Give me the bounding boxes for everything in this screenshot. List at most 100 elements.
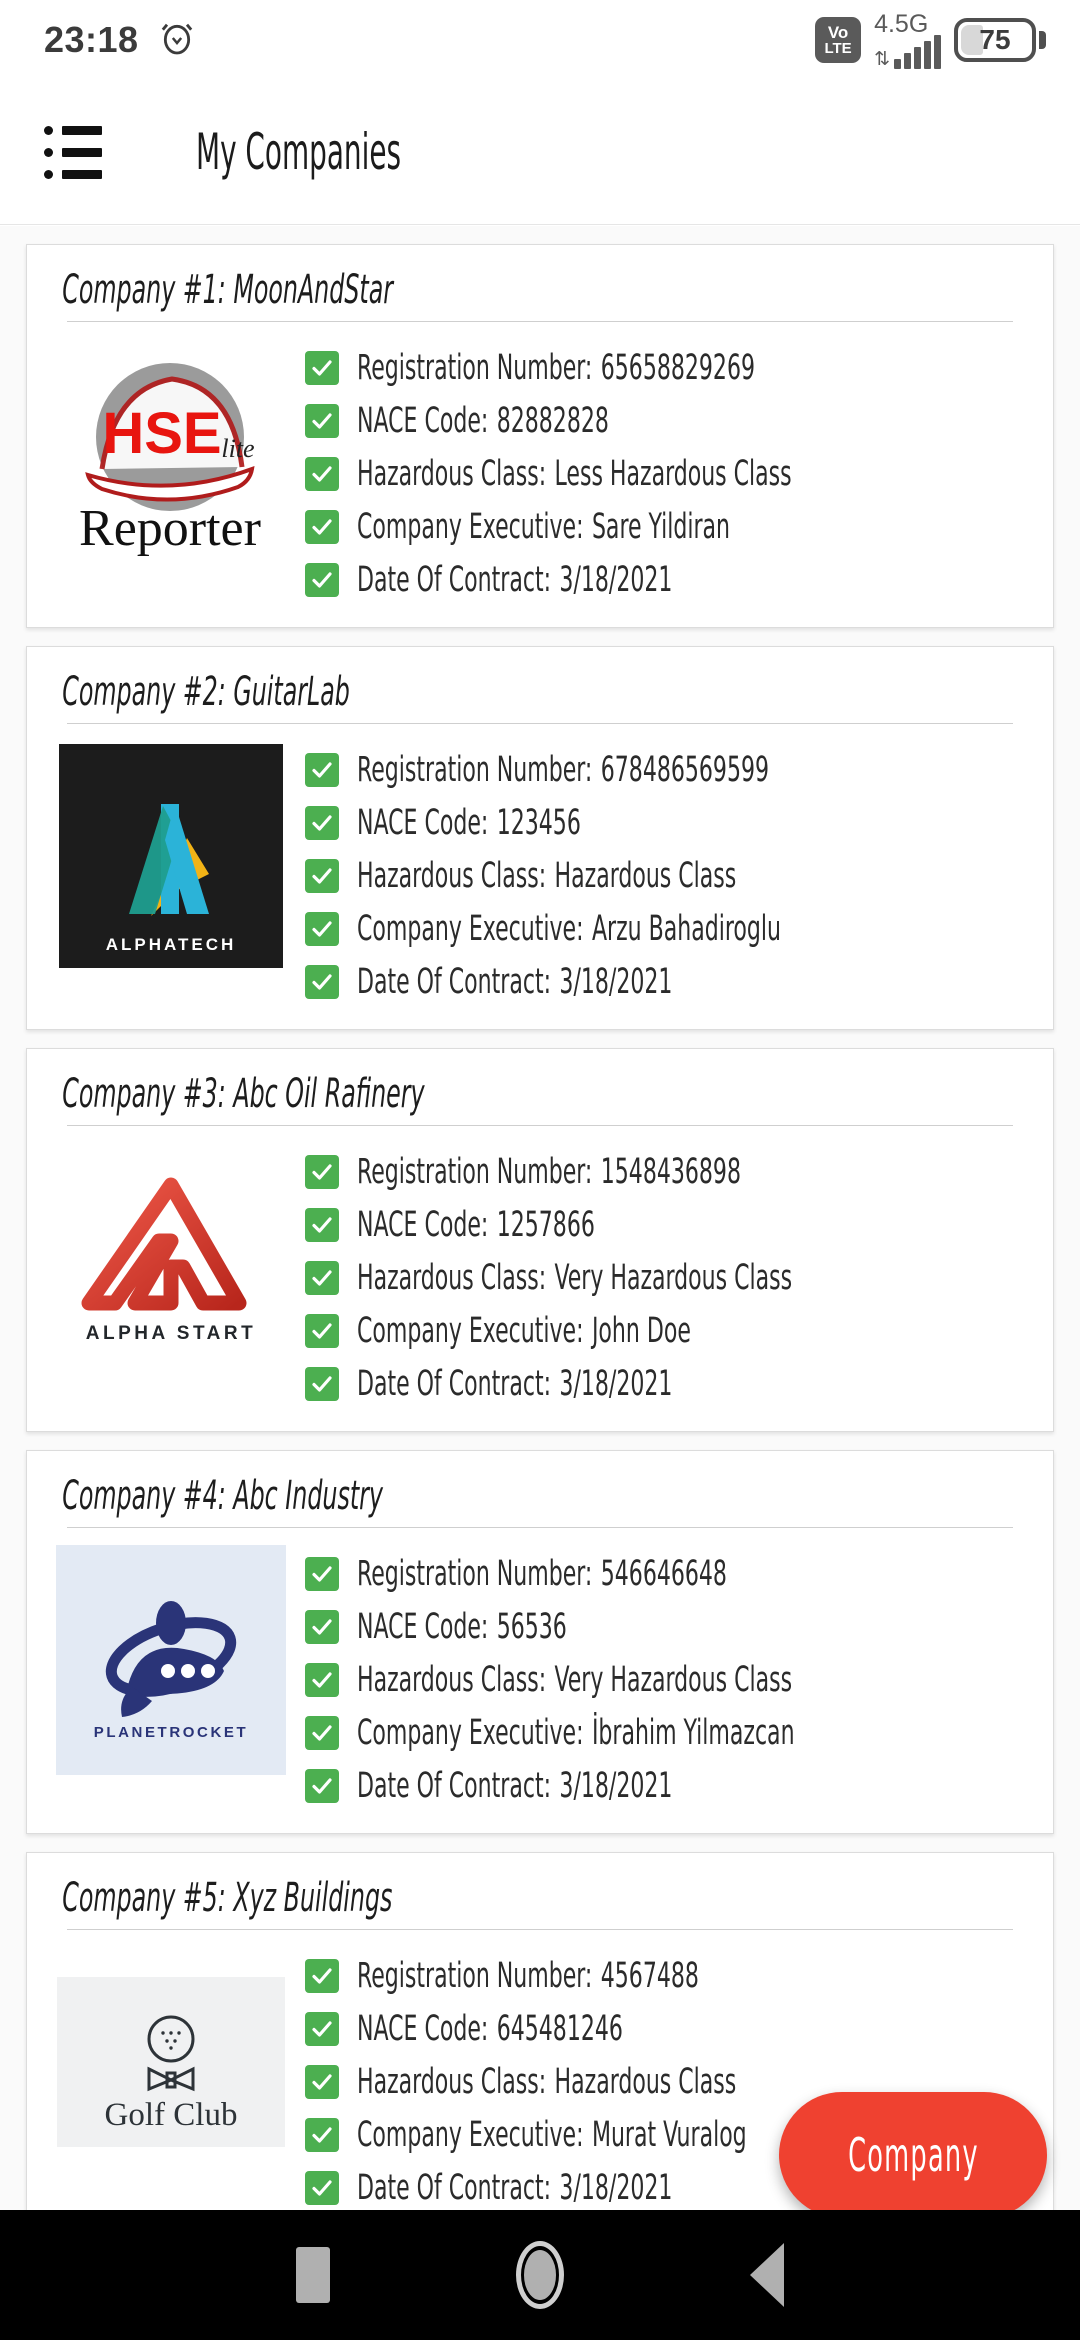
field-value: 645481246 [496,2009,623,2049]
company-card[interactable]: Company #2: GuitarLab ALPHATECH Registra… [26,646,1054,1030]
field-value: 3/18/2021 [559,2168,673,2208]
field-value: 3/18/2021 [559,1364,673,1404]
field-value: 3/18/2021 [559,1766,673,1806]
field-label: Hazardous Class: [357,1660,547,1700]
field-label: Date Of Contract: [357,560,552,600]
check-icon [305,2012,339,2046]
field-value: 3/18/2021 [559,962,673,1002]
hse-lite-reporter-logo: HSE lite Reporter [53,336,289,572]
field-nace-code: NACE Code: 56536 [305,1601,1027,1653]
check-icon [305,1155,339,1189]
field-value: Hazardous Class [554,2062,737,2102]
company-title: Company #2: GuitarLab [62,669,350,715]
field-nace-code: NACE Code: 1257866 [305,1199,1027,1251]
company-card[interactable]: Company #1: MoonAndStar HSE lite Reporte… [26,244,1054,628]
data-arrows-icon: ⇅ [874,48,890,70]
field-value: 546646648 [600,1554,727,1594]
check-icon [305,510,339,544]
check-icon [305,1557,339,1591]
check-icon [305,563,339,597]
field-nace-code: NACE Code: 123456 [305,797,1027,849]
battery-icon: 75 [954,18,1046,62]
battery-percent-label: 75 [979,24,1011,55]
company-title: Company #3: Abc Oil Rafinery [62,1071,425,1117]
golf-club-logo: Golf Club [53,1944,289,2180]
check-icon [305,1959,339,1993]
network-indicator: 4.5G ⇅ [874,9,941,70]
alphatech-logo: ALPHATECH [53,738,289,974]
field-label: Company Executive: [357,1713,584,1753]
check-icon [305,806,339,840]
list-menu-icon[interactable] [44,125,106,179]
status-bar: 23:18 Vo LTE 4.5G ⇅ 75 [0,0,1080,80]
field-label: Hazardous Class: [357,454,547,494]
field-company-executive: Company Executive: Sare Yildiran [305,501,1027,553]
triangle-back-icon[interactable] [750,2243,784,2307]
field-hazardous-class: Hazardous Class: Very Hazardous Class [305,1654,1027,1706]
field-company-executive: Company Executive: Arzu Bahadiroglu [305,903,1027,955]
field-registration-number: Registration Number: 65658829269 [305,342,1027,394]
field-value: Murat Vuralog [591,2115,747,2155]
field-nace-code: NACE Code: 82882828 [305,395,1027,447]
company-fields: Registration Number: 1548436898 NACE Code… [289,1140,1027,1411]
check-icon [305,859,339,893]
field-label: Company Executive: [357,1311,584,1351]
field-value: 4567488 [600,1956,699,1996]
add-company-fab[interactable]: Company [779,2092,1047,2218]
field-value: John Doe [591,1311,691,1351]
company-list-scroll[interactable]: alth & S Company #1: MoonAndStar HSE lit… [0,226,1080,2210]
company-title: Company #1: MoonAndStar [62,267,394,313]
field-label: Registration Number: [357,348,593,388]
check-icon [305,1314,339,1348]
company-card[interactable]: Company #3: Abc Oil Rafinery ALPHA START [26,1048,1054,1432]
check-icon [305,1367,339,1401]
field-label: NACE Code: [357,1607,489,1647]
status-bar-left: 23:18 [44,18,197,63]
check-icon [305,965,339,999]
app-bar: My Companies [0,80,1080,225]
square-recents-icon[interactable] [296,2247,330,2303]
svg-text:lite: lite [221,434,254,463]
field-date-of-contract: Date Of Contract: 3/18/2021 [305,1358,1027,1410]
circle-home-icon[interactable] [516,2241,564,2309]
field-value: 65658829269 [600,348,755,388]
company-fields: Registration Number: 678486569599 NACE Co… [289,738,1027,1009]
field-value: 56536 [496,1607,567,1647]
signal-bars-icon [894,34,941,69]
check-icon [305,1610,339,1644]
field-hazardous-class: Hazardous Class: Hazardous Class [305,850,1027,902]
check-icon [305,457,339,491]
check-icon [305,1769,339,1803]
check-icon [305,1261,339,1295]
field-value: 3/18/2021 [559,560,673,600]
network-type-label: 4.5G [874,9,929,38]
svg-text:ALPHA START: ALPHA START [86,1323,256,1344]
field-nace-code: NACE Code: 645481246 [305,2003,1027,2055]
field-label: NACE Code: [357,2009,489,2049]
field-label: Registration Number: [357,1956,593,1996]
field-label: Registration Number: [357,1152,593,1192]
field-date-of-contract: Date Of Contract: 3/18/2021 [305,554,1027,606]
check-icon [305,351,339,385]
alpha-start-logo: ALPHA START [53,1140,289,1376]
field-label: Registration Number: [357,750,593,790]
check-icon [305,404,339,438]
field-label: Company Executive: [357,2115,584,2155]
page-title: My Companies [196,123,402,181]
volte-icon: Vo LTE [815,17,862,63]
field-value: Hazardous Class [554,856,737,896]
company-card[interactable]: Company #4: Abc Industry PLANETROCKET Re… [26,1450,1054,1834]
field-label: Company Executive: [357,507,584,547]
field-label: Registration Number: [357,1554,593,1594]
field-label: NACE Code: [357,803,489,843]
field-value: Very Hazardous Class [554,1660,793,1700]
check-icon [305,912,339,946]
svg-text:ALPHATECH: ALPHATECH [106,935,237,954]
field-label: Date Of Contract: [357,2168,552,2208]
field-value: Arzu Bahadiroglu [591,909,781,949]
field-value: 678486569599 [600,750,770,790]
company-title: Company #4: Abc Industry [62,1473,383,1519]
field-value: Very Hazardous Class [554,1258,793,1298]
status-time: 23:18 [44,19,139,60]
field-label: Date Of Contract: [357,1766,552,1806]
